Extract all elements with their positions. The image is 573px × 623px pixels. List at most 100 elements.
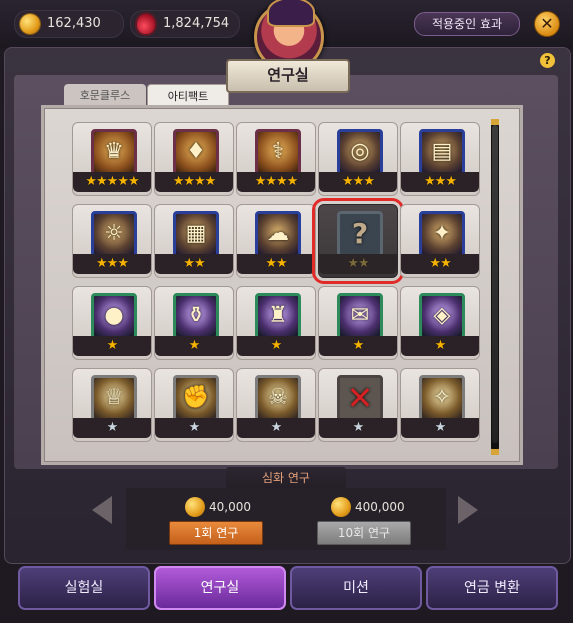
treasure-chest-icon: ▤: [419, 129, 465, 175]
nav-mission[interactable]: 미션: [290, 566, 422, 610]
artifact-card[interactable]: ♕ ★: [72, 368, 152, 442]
active-effects-button[interactable]: 적용중인 효과: [414, 12, 520, 36]
artifact-card[interactable]: ◈ ★: [400, 286, 480, 360]
artifact-card[interactable]: ⚕ ★★★★: [236, 122, 316, 196]
red-x-icon: ✕: [337, 375, 383, 421]
artifact-card[interactable]: ♦ ★★★★: [154, 122, 234, 196]
caduceus-icon: ⚕: [255, 129, 301, 175]
nav-laboratory[interactable]: 실험실: [18, 566, 150, 610]
gold-currency-display: 162,430: [14, 10, 124, 38]
artifact-card[interactable]: ✕ ★: [318, 368, 398, 442]
help-icon[interactable]: ?: [540, 53, 555, 68]
artifact-star-rating: ★: [237, 336, 315, 356]
artifact-star-rating: ★★★: [401, 172, 479, 192]
artifact-card[interactable]: ☠ ★: [236, 368, 316, 442]
artifact-star-rating: ★★★: [319, 172, 397, 192]
artifact-card[interactable]: ☁ ★★: [236, 204, 316, 278]
artifact-card[interactable]: ? ★★: [312, 198, 404, 284]
artifact-star-rating: ★: [319, 336, 397, 356]
artifact-card[interactable]: ◎ ★★★: [318, 122, 398, 196]
artifact-star-rating: ★: [401, 336, 479, 356]
golden-fist-icon: ✊: [173, 375, 219, 421]
next-arrow-icon[interactable]: [458, 496, 478, 524]
artifact-glyph: ⚕: [272, 139, 284, 164]
single-research-button[interactable]: 1회 연구: [169, 521, 263, 545]
artifact-card[interactable]: ♜ ★: [236, 286, 316, 360]
purple-orb-icon: ●: [91, 293, 137, 339]
scroll-bottom-cap: [491, 449, 499, 455]
grid-scrollbar[interactable]: [491, 119, 499, 455]
artifact-glyph: ⚱: [186, 303, 206, 328]
gold-coin-icon: [331, 497, 351, 517]
golden-armor-icon: ♜: [255, 293, 301, 339]
artifact-card[interactable]: ✧ ★: [400, 368, 480, 442]
artifact-star-rating: ★: [237, 418, 315, 438]
artifact-star-rating: ★★: [401, 254, 479, 274]
artifact-card[interactable]: ✉ ★: [318, 286, 398, 360]
ten-research-button[interactable]: 10회 연구: [317, 521, 411, 545]
artifact-star-rating: ★★★★: [237, 172, 315, 192]
unknown-question-icon: ?: [337, 211, 383, 257]
artifact-card[interactable]: ▦ ★★: [154, 204, 234, 278]
potion-flask-icon: ⚱: [173, 293, 219, 339]
artifact-glyph: ▦: [185, 221, 207, 246]
red-potion-icon: [137, 14, 155, 34]
scroll-icon: ✉: [337, 293, 383, 339]
artifact-card[interactable]: ⚱ ★: [154, 286, 234, 360]
artifact-star-rating: ★★: [237, 254, 315, 274]
gold-coin-icon: [20, 14, 40, 34]
prev-arrow-icon[interactable]: [92, 496, 112, 524]
artifact-glyph: ♜: [268, 303, 288, 328]
artifact-star-rating: ★★: [155, 254, 233, 274]
artifact-glyph: ✊: [182, 385, 210, 410]
gold-amount: 162,430: [47, 16, 101, 31]
potion-currency-display: 1,824,754: [130, 10, 240, 38]
artifact-glyph: ◈: [433, 303, 451, 328]
golden-mask-icon: ♛: [91, 129, 137, 175]
artifact-glyph: ✕: [346, 379, 374, 417]
artifact-star-rating: ★: [319, 418, 397, 438]
deep-research-title: 심화 연구: [226, 467, 346, 489]
artifact-glyph: ?: [351, 217, 369, 250]
close-icon[interactable]: ✕: [534, 11, 560, 37]
sparkle-weapon-icon: ✦: [419, 211, 465, 257]
artifact-glyph: ☠: [268, 385, 288, 410]
artifact-card[interactable]: ✊ ★: [154, 368, 234, 442]
page-title: 연구실: [226, 59, 350, 93]
nav-alchemy-conversion[interactable]: 연금 변환: [426, 566, 558, 610]
tab-artifact[interactable]: 아티팩트: [147, 84, 229, 109]
artifact-glyph: ♛: [104, 139, 124, 164]
artifact-star-rating: ★★★★: [155, 172, 233, 192]
artifact-star-rating: ★★★★★: [73, 172, 151, 192]
nav-research-lab[interactable]: 연구실: [154, 566, 286, 610]
bronze-medallion-icon: ◎: [337, 129, 383, 175]
ten-research-cost: 400,000: [331, 496, 411, 518]
artifact-glyph: ✉: [350, 303, 370, 328]
artifact-star-rating: ★: [73, 336, 151, 356]
scroll-thumb[interactable]: [492, 125, 498, 443]
witch-hat-icon: [267, 0, 315, 27]
artifact-card[interactable]: ♛ ★★★★★: [72, 122, 152, 196]
artifact-glyph: ♕: [104, 385, 124, 410]
gear-crown-icon: ☼: [91, 211, 137, 257]
artifact-glyph: ☁: [267, 221, 289, 246]
artifact-card[interactable]: ▤ ★★★: [400, 122, 480, 196]
artifact-glyph: ✦: [432, 221, 452, 246]
artifact-glyph: ◎: [350, 139, 370, 164]
artifact-glyph: ●: [104, 303, 124, 328]
artifact-glyph: ♦: [186, 139, 206, 164]
artifact-glyph: ▤: [431, 139, 453, 164]
tab-homunculus[interactable]: 호문클루스: [64, 84, 146, 108]
artifact-card[interactable]: ● ★: [72, 286, 152, 360]
artifact-card[interactable]: ☼ ★★★: [72, 204, 152, 278]
artifact-glyph: ☼: [104, 221, 124, 246]
stone-tablet-icon: ◈: [419, 293, 465, 339]
artifact-card[interactable]: ✦ ★★: [400, 204, 480, 278]
artifact-star-rating: ★★★: [73, 254, 151, 274]
potion-amount: 1,824,754: [163, 16, 230, 31]
spellbook-icon: ▦: [173, 211, 219, 257]
skull-bomb-icon: ☠: [255, 375, 301, 421]
jewel-pendant-icon: ♦: [173, 129, 219, 175]
artifact-glyph: ✧: [432, 385, 452, 410]
gold-coin-icon: [185, 497, 205, 517]
